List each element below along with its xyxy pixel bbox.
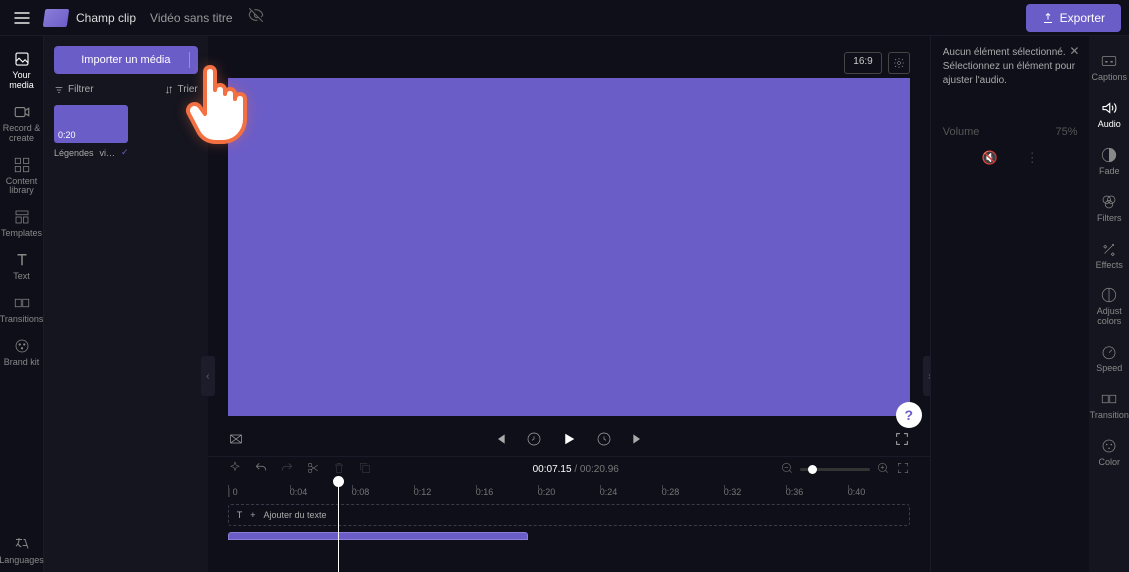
fullscreen-button[interactable] (894, 431, 910, 447)
media-caption-label: Légendes (54, 148, 94, 158)
nav-content-library[interactable]: Content library (0, 150, 43, 203)
nav-templates[interactable]: Templates (0, 202, 43, 245)
preview-settings-button[interactable] (888, 52, 910, 74)
timeline-ruler[interactable]: | 00:040:08 0:120:160:20 0:240:280:32 0:… (208, 482, 930, 502)
play-button[interactable] (560, 430, 578, 448)
video-clip-track[interactable] (228, 532, 528, 540)
filter-button[interactable]: Filtrer (54, 84, 94, 95)
video-title[interactable]: Vidéo sans titre (150, 11, 233, 25)
volume-label: Volume (943, 126, 980, 138)
media-panel: Importer un média Filtrer Trier 0:20 Lég… (44, 36, 208, 572)
tab-speed[interactable]: Speed (1089, 335, 1129, 382)
split-button[interactable] (306, 461, 320, 478)
tab-color[interactable]: Color (1089, 429, 1129, 476)
export-label: Exporter (1060, 11, 1105, 25)
skip-start-button[interactable] (492, 431, 508, 447)
tab-filters[interactable]: Filters (1089, 185, 1129, 232)
step-back-button[interactable] (526, 431, 542, 447)
hamburger-menu[interactable] (0, 8, 44, 28)
playhead[interactable] (338, 482, 339, 572)
panel-hint-text: Aucun élément sélectionné. Sélectionnez … (943, 46, 1078, 88)
right-nav-rail: Captions Audio Fade Filters Effects Adju… (1089, 36, 1129, 572)
tab-audio[interactable]: Audio (1089, 91, 1129, 138)
import-media-button[interactable]: Importer un média (54, 46, 198, 74)
sort-button[interactable]: Trier (164, 84, 198, 95)
mute-icon[interactable]: 🔇 (982, 150, 998, 166)
volume-value: 75% (1055, 126, 1077, 138)
tab-adjust-colors[interactable]: Adjust colors (1089, 278, 1129, 335)
zoom-slider[interactable] (800, 468, 870, 471)
aspect-ratio-button[interactable]: 16:9 (844, 52, 881, 74)
close-panel-button[interactable]: ✕ (1069, 44, 1079, 58)
time-display: 00:07.15 / 00:20.96 (384, 464, 768, 475)
zoom-fit-button[interactable] (896, 461, 910, 478)
detach-audio-icon[interactable]: ⋮ (1026, 150, 1039, 166)
properties-panel: ✕ Aucun élément sélectionné. Sélectionne… (930, 36, 1090, 572)
left-nav-rail: Your media Record & create Content libra… (0, 36, 44, 572)
tab-transition[interactable]: Transition (1089, 382, 1129, 429)
undo-button[interactable] (254, 461, 268, 478)
check-icon: ✓ (121, 147, 129, 158)
skip-end-button[interactable] (630, 431, 646, 447)
step-forward-button[interactable] (596, 431, 612, 447)
nav-text[interactable]: Text (0, 245, 43, 288)
preview-canvas[interactable]: ? (228, 78, 910, 416)
tab-fade[interactable]: Fade (1089, 138, 1129, 185)
duplicate-button[interactable] (358, 461, 372, 478)
media-duration: 0:20 (58, 130, 76, 140)
text-icon: T (237, 510, 243, 520)
media-type-label: vi… (100, 148, 116, 158)
nav-your-media[interactable]: Your media (0, 44, 43, 97)
export-button[interactable]: Exporter (1026, 4, 1121, 32)
nav-brand-kit[interactable]: Brand kit (0, 331, 43, 374)
app-title: Champ clip (76, 11, 136, 25)
zoom-in-button[interactable] (876, 461, 890, 478)
redo-button[interactable] (280, 461, 294, 478)
nav-languages[interactable]: Languages (0, 529, 43, 572)
safe-zone-toggle[interactable] (228, 431, 244, 447)
zoom-out-button[interactable] (780, 461, 794, 478)
media-thumbnail[interactable]: 0:20 (54, 105, 128, 143)
visibility-off-icon[interactable] (247, 6, 265, 29)
nav-record-create[interactable]: Record & create (0, 97, 43, 150)
magic-button[interactable] (228, 461, 242, 478)
nav-transitions[interactable]: Transitions (0, 288, 43, 331)
app-logo (43, 9, 70, 27)
stage: ‹ › 16:9 ? (208, 36, 930, 572)
add-text-track[interactable]: T + Ajouter du texte (228, 504, 910, 526)
tab-captions[interactable]: Captions (1089, 44, 1129, 91)
tab-effects[interactable]: Effects (1089, 232, 1129, 279)
